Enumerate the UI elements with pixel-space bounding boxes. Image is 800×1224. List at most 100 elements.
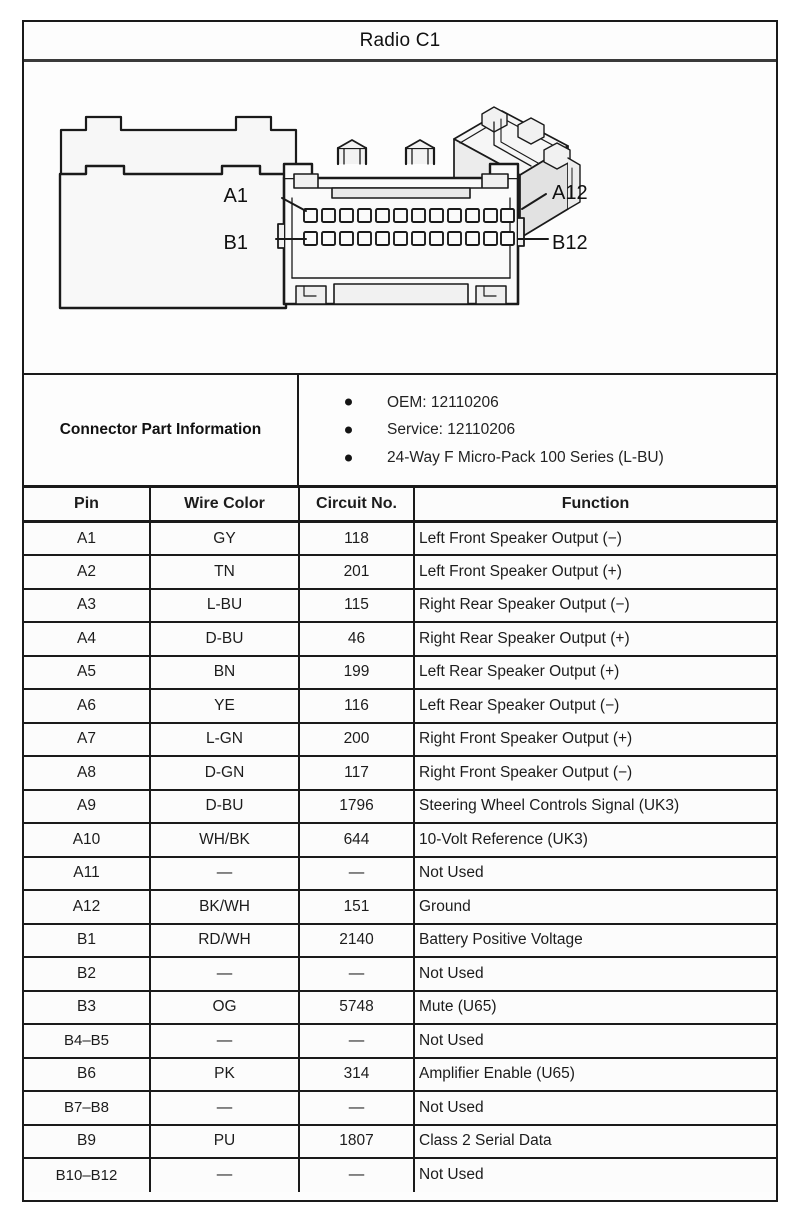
table-row: A3 L-BU 115 Right Rear Speaker Output (−) [24,588,776,623]
cell-pin: A3 [24,588,151,623]
table-row: B9 PU 1807 Class 2 Serial Data [24,1124,776,1159]
connector-housing-outline [58,164,288,310]
connector-info-sheet: Radio C1 A1 B1 A12 B12 Connector Part In… [22,20,778,1202]
connector-illustration-svg: A1 B1 A12 B12 [58,106,588,310]
table-row: A7 L-GN 200 Right Front Speaker Output (+) [24,722,776,757]
table-row: B1 RD/WH 2140 Battery Positive Voltage [24,923,776,958]
cell-wire-color: — [150,1091,300,1126]
table-row: A8 D-GN 117 Right Front Speaker Output (−) [24,756,776,791]
cell-circuit-no: 1796 [299,789,415,824]
cell-function: Right Front Speaker Output (+) [414,722,776,757]
pin-label-a12: A12 [552,182,588,204]
cell-wire-color: OG [150,990,300,1025]
cell-wire-color: BN [150,655,300,690]
connector-part-information-item: Service: 12110206 [345,416,776,444]
bullet-icon [345,398,352,406]
connector-part-information-item: OEM: 12110206 [345,389,776,417]
cell-pin: A8 [24,756,151,791]
cell-circuit-no: 644 [299,823,415,858]
connector-part-information-item-text: Service: 12110206 [387,421,516,439]
cell-function: Right Rear Speaker Output (−) [414,588,776,623]
cell-circuit-no: 117 [299,756,415,791]
cell-function: Mute (U65) [414,990,776,1025]
cell-circuit-no: — [299,856,415,891]
cell-wire-color: BK/WH [150,890,300,925]
table-row: A2 TN 201 Left Front Speaker Output (+) [24,555,776,590]
table-row: A4 D-BU 46 Right Rear Speaker Output (+) [24,622,776,657]
cell-pin: B10–B12 [24,1158,151,1192]
cell-wire-color: D-GN [150,756,300,791]
cell-function: Not Used [414,1024,776,1059]
cell-pin: B7–B8 [24,1091,151,1126]
connector-part-information-item-text: 24-Way F Micro-Pack 100 Series (L-BU) [387,448,664,466]
cell-circuit-no: 115 [299,588,415,623]
pinout-table-wrap: Pin Wire Color Circuit No. Function A1 GY… [24,488,776,1200]
cell-function: Left Rear Speaker Output (−) [414,689,776,724]
cell-wire-color: D-BU [150,789,300,824]
table-row: A6 YE 116 Left Rear Speaker Output (−) [24,689,776,724]
cell-function: Not Used [414,957,776,992]
cell-circuit-no: 151 [299,890,415,925]
cell-function: 10-Volt Reference (UK3) [414,823,776,858]
cell-wire-color: — [150,957,300,992]
cell-pin: B6 [24,1057,151,1092]
cell-circuit-no: 314 [299,1057,415,1092]
connector-part-information-row: Connector Part Information OEM: 12110206… [24,375,776,488]
cell-circuit-no: 116 [299,689,415,724]
cell-wire-color: GY [150,521,300,556]
column-header-pin: Pin [24,488,151,523]
cell-circuit-no: — [299,1158,415,1192]
cell-function: Left Front Speaker Output (+) [414,555,776,590]
cell-function: Not Used [414,1091,776,1126]
cell-function: Right Front Speaker Output (−) [414,756,776,791]
table-row: A12 BK/WH 151 Ground [24,890,776,925]
table-row: A11— — Not Used [24,856,776,891]
cell-wire-color: L-GN [150,722,300,757]
cell-circuit-no: 199 [299,655,415,690]
column-header-wire-color: Wire Color [150,488,300,523]
cell-pin: A5 [24,655,151,690]
table-row: B6 PK 314 Amplifier Enable (U65) [24,1057,776,1092]
table-row: A5 BN 199 Left Rear Speaker Output (+) [24,655,776,690]
cell-wire-color: PK [150,1057,300,1092]
cell-function: Amplifier Enable (U65) [414,1057,776,1092]
cell-circuit-no: 1807 [299,1124,415,1159]
cell-circuit-no: 200 [299,722,415,757]
cell-wire-color: L-BU [150,588,300,623]
table-row: A1 GY 118 Left Front Speaker Output (−) [24,521,776,556]
cell-circuit-no: — [299,957,415,992]
cell-wire-color: — [150,1024,300,1059]
cell-wire-color: TN [150,555,300,590]
cell-pin: B2 [24,957,151,992]
connector-part-information-list: OEM: 12110206 Service: 12110206 24-Way F… [299,375,776,485]
cell-pin: B3 [24,990,151,1025]
cell-function: Not Used [414,1158,776,1192]
cell-pin: B1 [24,923,151,958]
cell-pin: A4 [24,622,151,657]
connector-face-view-page: Radio C1 A1 B1 A12 B12 Connector Part In… [0,0,800,1224]
cell-wire-color: RD/WH [150,923,300,958]
column-header-circuit-no: Circuit No. [299,488,415,523]
table-row: B10–B12— — Not Used [24,1158,776,1192]
cell-function: Class 2 Serial Data [414,1124,776,1159]
cell-function: Ground [414,890,776,925]
cell-pin: A11 [24,856,151,891]
cell-circuit-no: — [299,1091,415,1126]
bullet-icon [345,426,352,434]
cell-function: Steering Wheel Controls Signal (UK3) [414,789,776,824]
cell-wire-color: WH/BK [150,823,300,858]
cell-circuit-no: 118 [299,521,415,556]
cell-wire-color: PU [150,1124,300,1159]
pinout-table: Pin Wire Color Circuit No. Function A1 GY… [24,488,776,1192]
cell-circuit-no: 5748 [299,990,415,1025]
cell-function: Not Used [414,856,776,891]
connector-part-information-label: Connector Part Information [24,375,299,485]
cell-function: Battery Positive Voltage [414,923,776,958]
cell-circuit-no: — [299,1024,415,1059]
cell-pin: A9 [24,789,151,824]
table-row: B4–B5— — Not Used [24,1024,776,1059]
cell-pin: A1 [24,521,151,556]
connector-illustration-panel: A1 B1 A12 B12 [24,62,776,375]
table-row: B7–B8— — Not Used [24,1091,776,1126]
cell-pin: A12 [24,890,151,925]
